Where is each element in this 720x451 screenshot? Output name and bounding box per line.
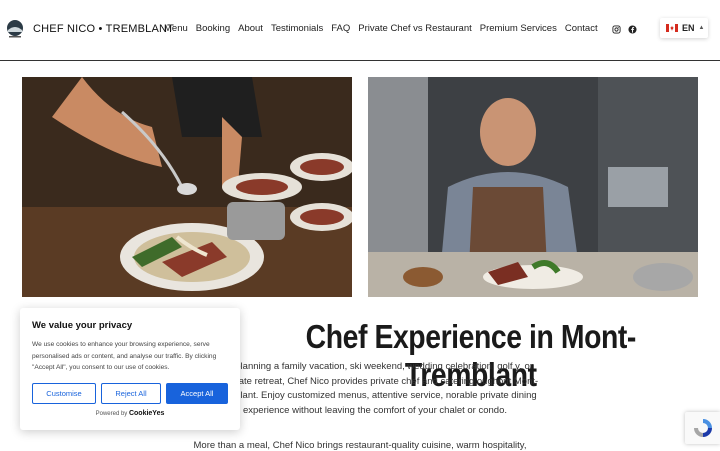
nav-faq[interactable]: FAQ (331, 23, 350, 34)
powered-by-label: Powered by (95, 410, 128, 417)
main-nav: Menu Booking About Testimonials FAQ Priv… (164, 23, 606, 34)
reject-all-button[interactable]: Reject All (101, 382, 161, 404)
canada-flag-icon (666, 24, 678, 32)
recaptcha-badge[interactable] (685, 412, 720, 444)
chef-illustration (368, 77, 698, 297)
language-switcher[interactable]: EN ▲ (660, 18, 708, 38)
nav-booking[interactable]: Booking (196, 23, 230, 34)
chevron-up-icon: ▲ (698, 25, 705, 31)
instagram-icon[interactable] (612, 25, 621, 34)
plating-illustration (22, 77, 352, 297)
cookieyes-logo[interactable]: CookieYes (129, 410, 164, 417)
nav-menu[interactable]: Menu (164, 23, 188, 34)
brand-name[interactable]: CHEF NICO • TREMBLANT (33, 23, 174, 35)
chef-logo-icon[interactable] (5, 19, 25, 39)
cookie-text: We use cookies to enhance your browsing … (32, 341, 217, 371)
cookie-title: We value your privacy (32, 320, 133, 331)
nav-private-chef-vs-restaurant[interactable]: Private Chef vs Restaurant (358, 23, 472, 34)
nav-premium-services[interactable]: Premium Services (480, 23, 557, 34)
recaptcha-icon (694, 419, 712, 437)
hero-more-text: More than a meal, Chef Nico brings resta… (193, 440, 527, 451)
cookie-powered-by: Powered by CookieYes (32, 410, 228, 417)
nav-testimonials[interactable]: Testimonials (271, 23, 323, 34)
language-code: EN (682, 23, 695, 33)
plating-photo (22, 77, 352, 297)
accept-all-button[interactable]: Accept All (166, 382, 228, 404)
site-header: CHEF NICO • TREMBLANT Menu Booking About… (0, 0, 720, 61)
facebook-icon[interactable] (628, 25, 637, 34)
chef-portrait-photo (368, 77, 698, 297)
cookie-actions: Customise Reject All Accept All (32, 382, 228, 404)
cookie-consent-banner: We value your privacy We use cookies to … (20, 308, 240, 430)
hero-description: u're planning a family vacation, ski wee… (211, 361, 539, 416)
customise-button[interactable]: Customise (32, 382, 96, 404)
nav-about[interactable]: About (238, 23, 263, 34)
nav-contact[interactable]: Contact (565, 23, 598, 34)
